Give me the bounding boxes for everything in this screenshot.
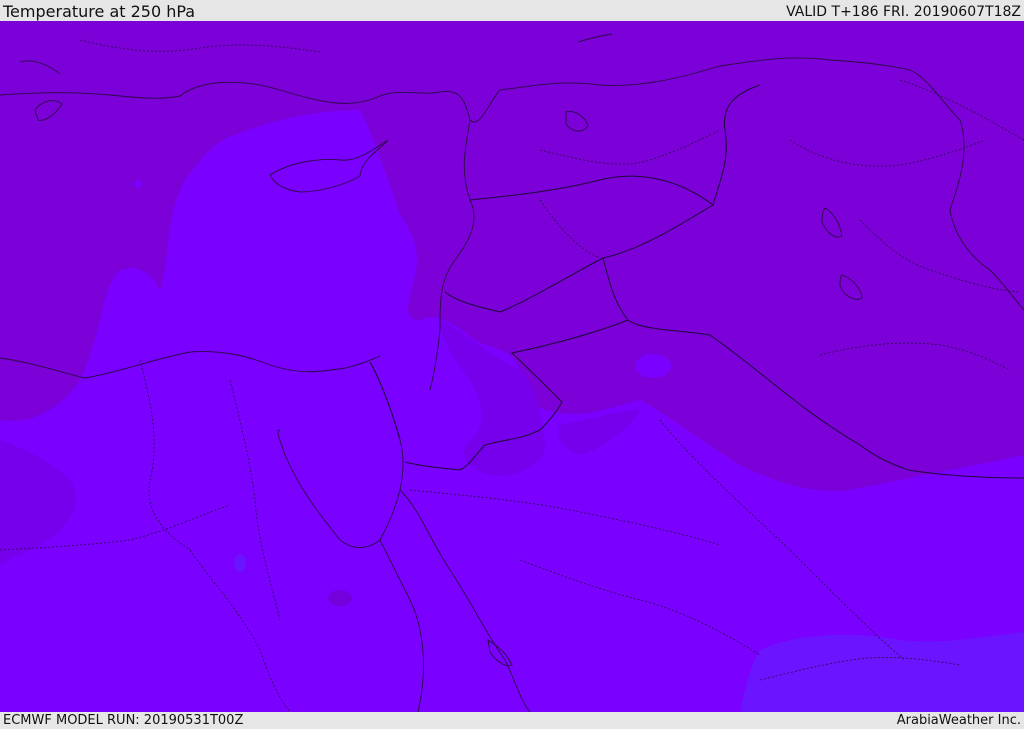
footer-bar: ECMWF MODEL RUN: 20190531T00Z ArabiaWeat…	[0, 712, 1024, 729]
temperature-map	[0, 21, 1024, 712]
map-title: Temperature at 250 hPa	[3, 2, 196, 21]
model-run-label: ECMWF MODEL RUN: 20190531T00Z	[3, 713, 244, 728]
header-bar: Temperature at 250 hPa VALID T+186 FRI. …	[0, 0, 1024, 21]
temperature-field-blue	[740, 632, 1024, 712]
temperature-field-mid	[134, 180, 142, 188]
credit-label: ArabiaWeather Inc.	[896, 713, 1021, 728]
temperature-field-blue	[234, 554, 246, 572]
temperature-field-mid	[635, 354, 671, 378]
valid-time-label: VALID T+186 FRI. 20190607T18Z	[786, 4, 1021, 20]
temperature-field-mid	[328, 590, 352, 606]
